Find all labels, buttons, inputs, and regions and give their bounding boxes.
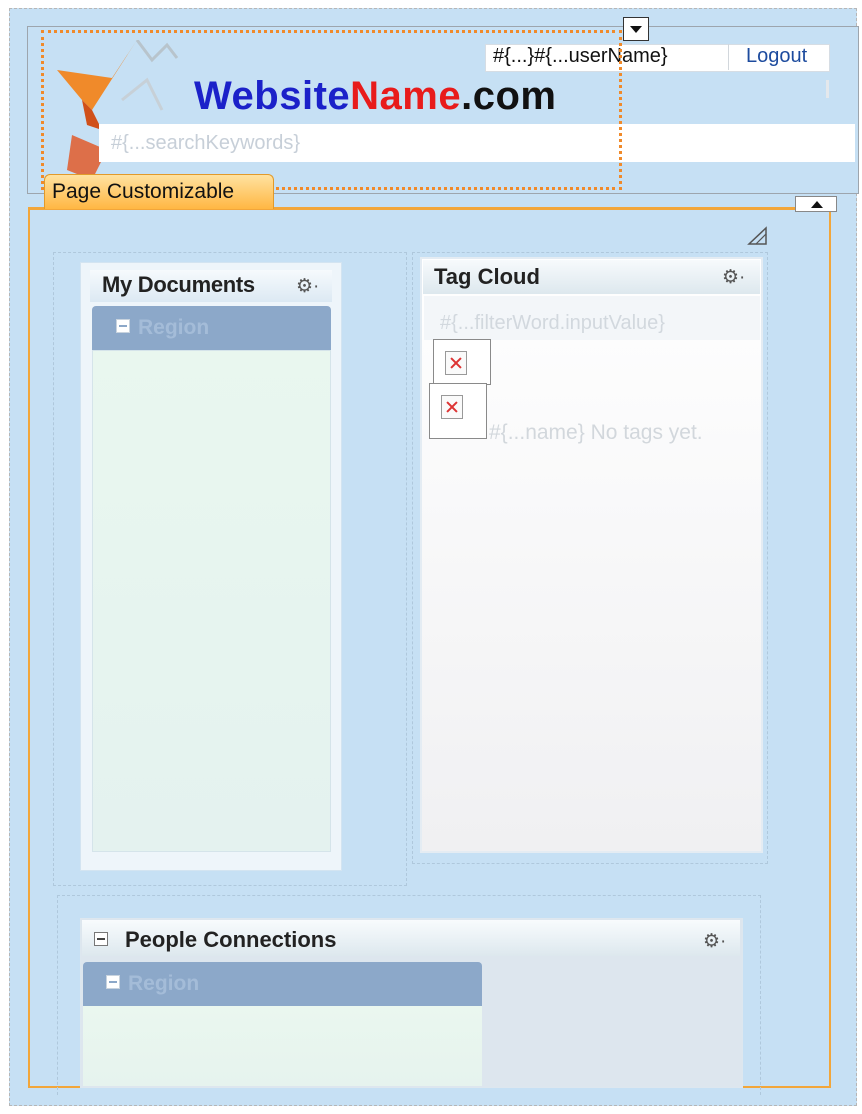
logout-link[interactable]: Logout bbox=[746, 45, 807, 68]
minus-square-icon[interactable] bbox=[116, 319, 130, 333]
user-bar-divider bbox=[728, 44, 729, 70]
broken-image-icon bbox=[433, 339, 491, 385]
page-customizable-tab[interactable]: Page Customizable bbox=[44, 174, 274, 209]
my-documents-title: My Documents bbox=[102, 272, 255, 297]
minus-square-icon[interactable] bbox=[94, 932, 108, 946]
tag-filter-input[interactable] bbox=[440, 310, 740, 336]
header-selection-outline bbox=[41, 30, 622, 190]
people-connections-region-label: Region bbox=[128, 972, 200, 995]
people-connections-region-body bbox=[83, 1006, 482, 1086]
my-documents-region-label: Region bbox=[138, 316, 210, 339]
gear-icon[interactable]: ⚙· bbox=[296, 275, 319, 298]
minus-square-icon[interactable] bbox=[106, 975, 120, 989]
tag-cloud-title: Tag Cloud bbox=[434, 264, 540, 289]
gear-icon[interactable]: ⚙· bbox=[722, 266, 745, 289]
chevron-up-icon[interactable] bbox=[795, 196, 837, 212]
broken-image-icon bbox=[429, 383, 487, 439]
my-documents-region-body bbox=[92, 350, 331, 852]
resize-corner-icon[interactable] bbox=[746, 226, 768, 246]
people-connections-title: People Connections bbox=[125, 927, 337, 952]
chevron-down-icon[interactable] bbox=[623, 17, 649, 41]
tag-empty-message: #{...name} No tags yet. bbox=[489, 421, 703, 444]
header-grip bbox=[826, 80, 829, 98]
gear-icon[interactable]: ⚙· bbox=[703, 930, 726, 953]
